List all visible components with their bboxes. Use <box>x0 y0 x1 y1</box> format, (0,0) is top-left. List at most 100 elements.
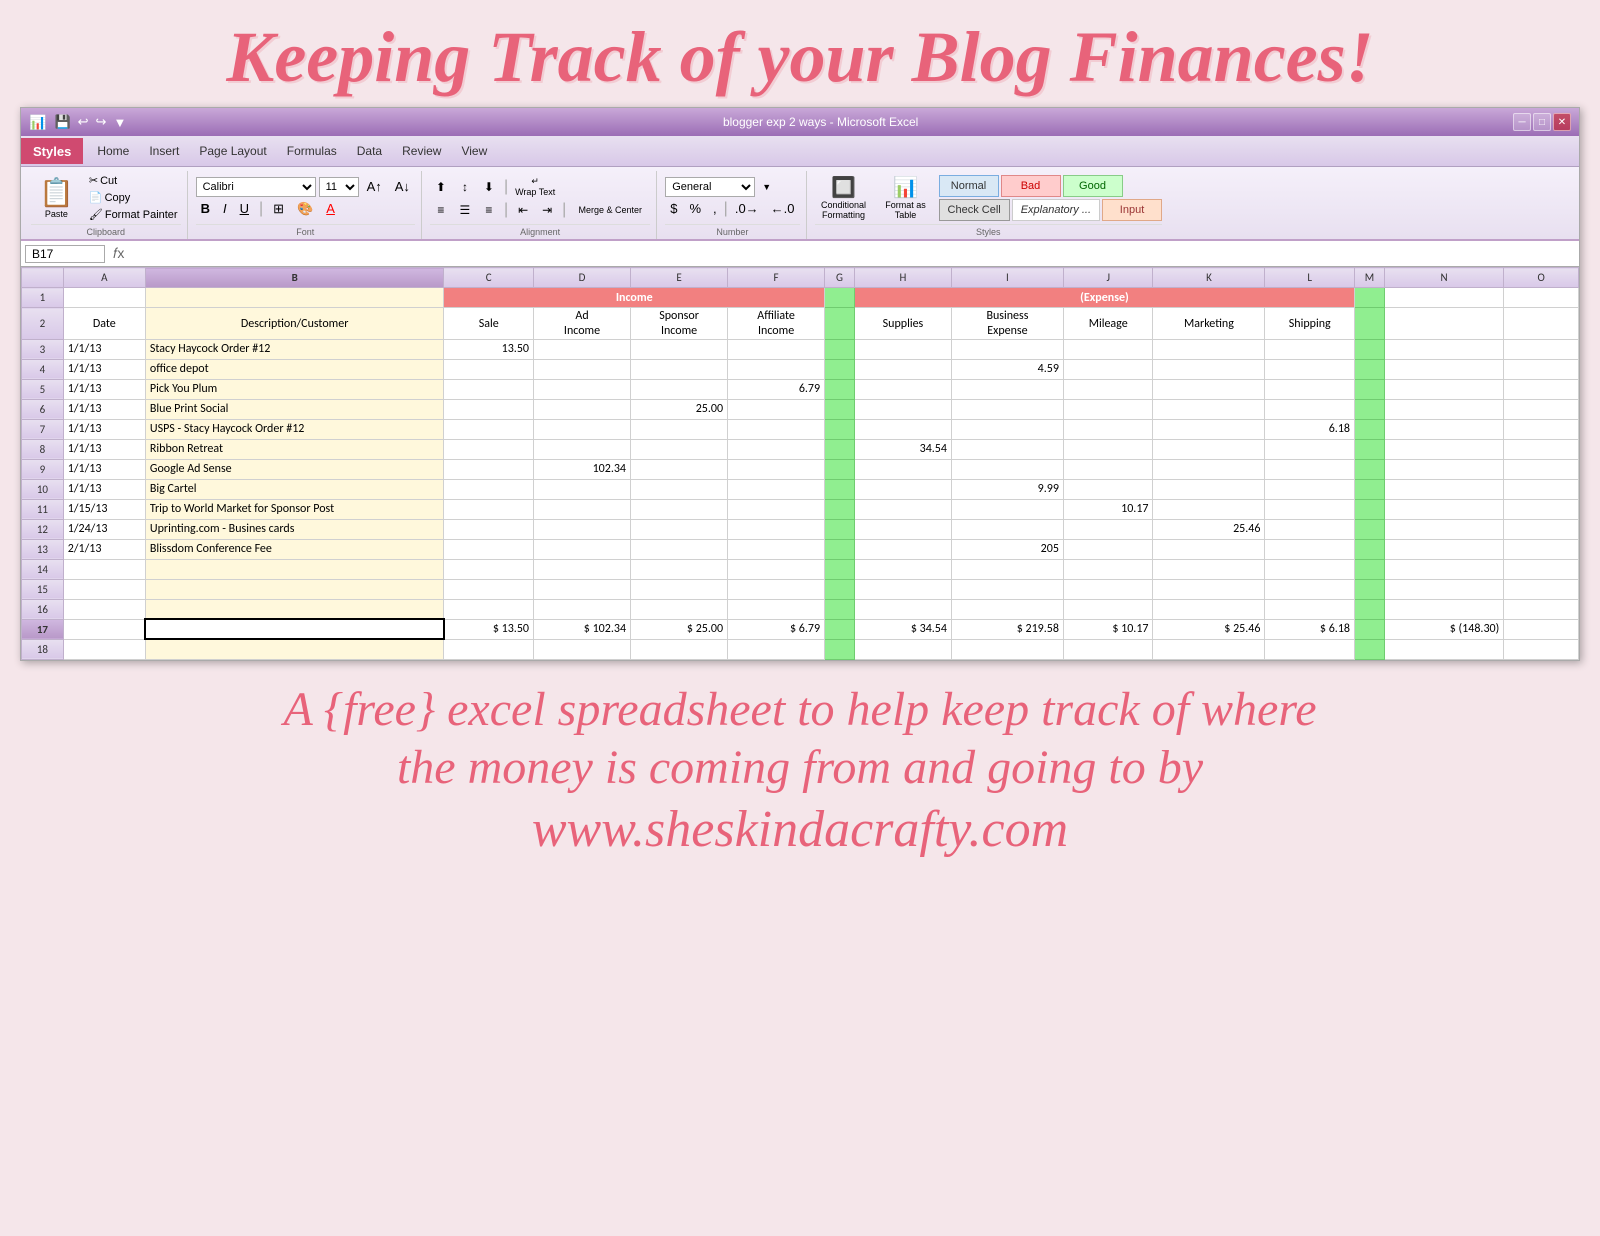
italic-button[interactable]: I <box>218 199 232 219</box>
cell-k2[interactable]: Marketing <box>1153 308 1265 340</box>
insert-menu[interactable]: Insert <box>139 141 189 161</box>
decrease-font-button[interactable]: A↓ <box>390 177 415 197</box>
format-as-table-button[interactable]: 📊 Format as Table <box>877 173 935 222</box>
col-header-h[interactable]: H <box>854 268 951 288</box>
paste-button[interactable]: 📋 Paste <box>31 174 82 221</box>
underline-button[interactable]: U <box>235 199 254 219</box>
copy-button[interactable]: 📄Copy <box>86 190 181 205</box>
check-cell-style[interactable]: Check Cell <box>939 199 1010 221</box>
col-header-i[interactable]: I <box>951 268 1063 288</box>
col-header-e[interactable]: E <box>631 268 728 288</box>
align-left-button[interactable]: ≡ <box>430 201 452 219</box>
data-menu[interactable]: Data <box>347 141 392 161</box>
align-top-button[interactable]: ⬆ <box>430 178 452 196</box>
cell-a2[interactable]: Date <box>63 308 145 340</box>
number-dropdown-button[interactable]: ▼ <box>757 177 776 197</box>
cell-o2[interactable] <box>1504 308 1579 340</box>
bottom-section: A {free} excel spreadsheet to help keep … <box>0 661 1600 874</box>
merge-center-button[interactable]: Merge & Center <box>570 200 650 220</box>
minimize-button[interactable]: ─ <box>1513 113 1531 131</box>
table-row: 1 Income (Expense) <box>22 288 1579 308</box>
formulas-menu[interactable]: Formulas <box>277 141 347 161</box>
col-header-j[interactable]: J <box>1063 268 1153 288</box>
cell-j2[interactable]: Mileage <box>1063 308 1153 340</box>
cell-d2[interactable]: AdIncome <box>534 308 631 340</box>
format-painter-button[interactable]: 🖌Format Painter <box>86 207 181 222</box>
align-center-button[interactable]: ☰ <box>454 201 476 219</box>
cell-g1[interactable] <box>825 288 855 308</box>
website-url[interactable]: www.sheskindacrafty.com <box>10 796 1590 864</box>
bad-style[interactable]: Bad <box>1001 175 1061 197</box>
col-header-f[interactable]: F <box>728 268 825 288</box>
bold-button[interactable]: B <box>196 199 215 219</box>
col-header-a[interactable]: A <box>63 268 145 288</box>
increase-font-button[interactable]: A↑ <box>362 177 387 197</box>
align-right-button[interactable]: ≡ <box>478 201 500 219</box>
undo-icon[interactable]: ↩ <box>76 113 91 131</box>
col-header-b[interactable]: B <box>145 268 444 288</box>
wrap-text-button[interactable]: ↵ Wrap Text <box>512 175 558 198</box>
font-size-select[interactable]: 11 <box>319 177 359 197</box>
comma-button[interactable]: , <box>708 199 722 219</box>
cell-g2[interactable] <box>825 308 855 340</box>
number-format-select[interactable]: General <box>665 177 755 197</box>
col-header-n[interactable]: N <box>1384 268 1503 288</box>
formula-input[interactable] <box>132 247 1575 261</box>
cell-l2[interactable]: Shipping <box>1265 308 1355 340</box>
cell-o1[interactable] <box>1504 288 1579 308</box>
align-middle-button[interactable]: ↕ <box>454 178 476 196</box>
redo-icon[interactable]: ↪ <box>94 113 109 131</box>
selected-cell-b17[interactable] <box>145 619 444 639</box>
col-header-g[interactable]: G <box>825 268 855 288</box>
review-menu[interactable]: Review <box>392 141 451 161</box>
col-header-o[interactable]: O <box>1504 268 1579 288</box>
cut-button[interactable]: ✂Cut <box>86 173 181 188</box>
align-bottom-button[interactable]: ⬇ <box>478 178 500 196</box>
clipboard-group: 📋 Paste ✂Cut 📄Copy 🖌Format Painter <box>25 171 188 239</box>
col-header-l[interactable]: L <box>1265 268 1355 288</box>
col-header-d[interactable]: D <box>534 268 631 288</box>
col-header-c[interactable]: C <box>444 268 534 288</box>
font-family-select[interactable]: Calibri <box>196 177 316 197</box>
cell-reference[interactable]: B17 <box>25 245 105 263</box>
save-icon[interactable]: 💾 <box>52 113 72 131</box>
input-style[interactable]: Input <box>1102 199 1162 221</box>
good-style[interactable]: Good <box>1063 175 1123 197</box>
fill-color-button[interactable]: 🎨 <box>292 199 318 219</box>
cell-expense-header[interactable]: (Expense) <box>854 288 1354 308</box>
col-header-k[interactable]: K <box>1153 268 1265 288</box>
cell-i2[interactable]: BusinessExpense <box>951 308 1063 340</box>
cell-b2[interactable]: Description/Customer <box>145 308 444 340</box>
cell-a1[interactable] <box>63 288 145 308</box>
close-button[interactable]: ✕ <box>1553 113 1571 131</box>
cell-m2[interactable] <box>1355 308 1385 340</box>
font-color-button[interactable]: A <box>321 199 340 219</box>
cell-c2[interactable]: Sale <box>444 308 534 340</box>
col-header-m[interactable]: M <box>1355 268 1385 288</box>
home-menu[interactable]: Home <box>87 141 139 161</box>
percent-button[interactable]: % <box>684 199 706 219</box>
cell-n1[interactable] <box>1384 288 1503 308</box>
indent-increase-button[interactable]: ⇥ <box>536 201 558 219</box>
increase-decimal-button[interactable]: .0→ <box>730 199 764 219</box>
table-row: 8 1/1/13 Ribbon Retreat 34.54 <box>22 439 1579 459</box>
cell-b1[interactable] <box>145 288 444 308</box>
page-layout-menu[interactable]: Page Layout <box>189 141 276 161</box>
cell-income-header[interactable]: Income <box>444 288 825 308</box>
cell-e2[interactable]: SponsorIncome <box>631 308 728 340</box>
conditional-formatting-button[interactable]: 🔲 Conditional Formatting <box>815 173 873 222</box>
cell-n2[interactable] <box>1384 308 1503 340</box>
cell-h2[interactable]: Supplies <box>854 308 951 340</box>
cell-f2[interactable]: AffiliateIncome <box>728 308 825 340</box>
indent-decrease-button[interactable]: ⇤ <box>512 201 534 219</box>
view-menu[interactable]: View <box>451 141 497 161</box>
borders-button[interactable]: ⊞ <box>268 199 289 219</box>
currency-button[interactable]: $ <box>665 199 682 219</box>
decrease-decimal-button[interactable]: ←.0 <box>766 199 800 219</box>
file-menu[interactable]: Styles <box>21 138 83 164</box>
normal-style[interactable]: Normal <box>939 175 999 197</box>
cell-m1[interactable] <box>1355 288 1385 308</box>
explanatory-style[interactable]: Explanatory ... <box>1012 199 1100 221</box>
maximize-button[interactable]: □ <box>1533 113 1551 131</box>
dropdown-icon[interactable]: ▼ <box>111 114 128 131</box>
